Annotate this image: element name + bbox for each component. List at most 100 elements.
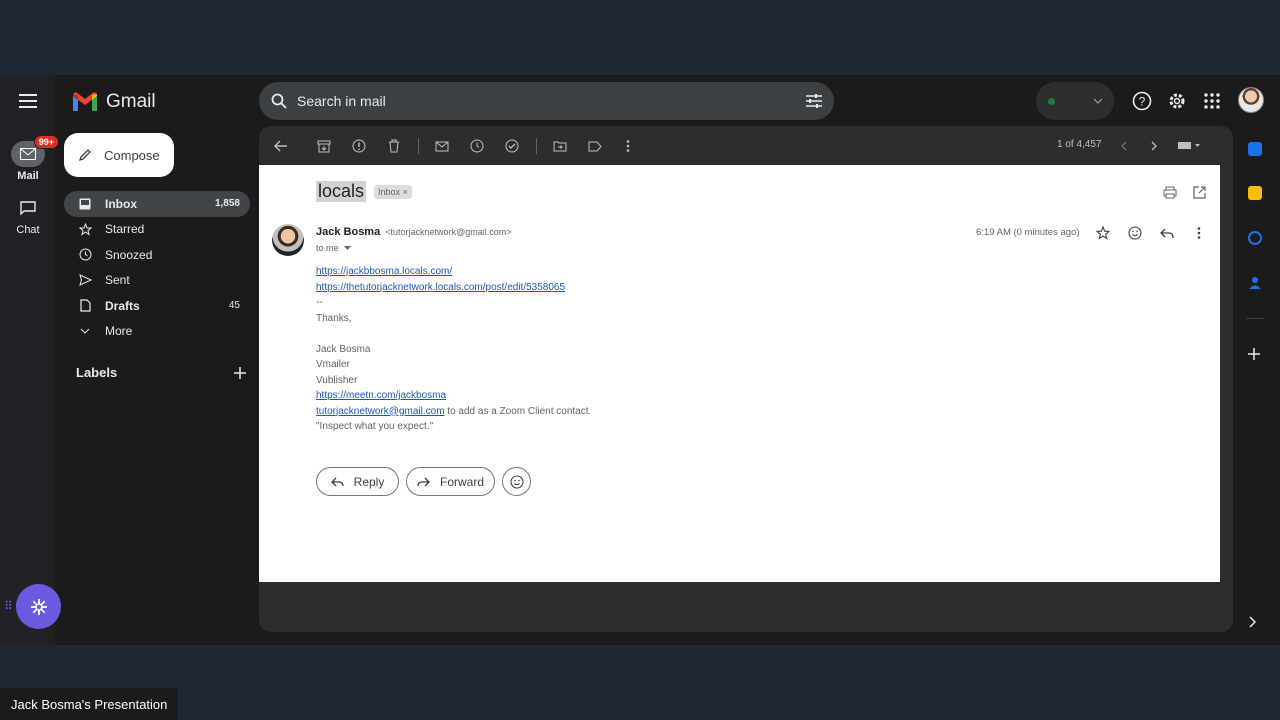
drag-handle-icon[interactable]: ⠿ bbox=[4, 599, 13, 613]
message-view: locals Inbox × Jack Bosma <tutorjacknetw… bbox=[259, 165, 1220, 582]
chat-icon bbox=[11, 195, 45, 221]
signature-line: Vmailer bbox=[316, 359, 350, 370]
mark-unread-icon[interactable] bbox=[434, 138, 450, 154]
subject-row: locals Inbox × bbox=[316, 181, 412, 202]
pencil-icon bbox=[78, 149, 91, 162]
forward-button[interactable]: Forward bbox=[406, 467, 495, 496]
older-chevron-right-icon[interactable] bbox=[1146, 138, 1162, 154]
pagination-text: 1 of 4,457 bbox=[1057, 139, 1102, 150]
add-label-icon[interactable] bbox=[234, 366, 246, 379]
body-link-1[interactable]: https://jackbbosma.locals.com/ bbox=[316, 266, 452, 277]
chevron-down-icon bbox=[1094, 98, 1102, 104]
nav-item-snoozed[interactable]: Snoozed bbox=[64, 242, 250, 268]
emoji-reaction-button[interactable] bbox=[502, 467, 531, 496]
gmail-m-icon bbox=[73, 92, 97, 111]
subject-title: locals bbox=[316, 181, 367, 202]
status-selector[interactable] bbox=[1036, 82, 1114, 120]
left-rail: 99+ Mail Chat bbox=[0, 75, 59, 645]
nav-label: Drafts bbox=[105, 298, 140, 313]
app-name: Gmail bbox=[106, 91, 156, 112]
add-addon-icon[interactable] bbox=[1248, 347, 1262, 361]
report-spam-icon[interactable] bbox=[351, 138, 367, 154]
nav-item-drafts[interactable]: Drafts 45 bbox=[64, 293, 250, 319]
add-task-icon[interactable] bbox=[504, 138, 520, 154]
body-thanks: Thanks, bbox=[316, 312, 352, 324]
more-vert-icon[interactable] bbox=[1191, 225, 1207, 241]
sender-avatar[interactable] bbox=[272, 224, 304, 256]
snooze-clock-icon[interactable] bbox=[469, 138, 485, 154]
expand-panel-chevron-icon[interactable] bbox=[1248, 615, 1262, 629]
nav-item-more[interactable]: More bbox=[64, 319, 250, 345]
rail-mail[interactable]: 99+ Mail bbox=[4, 135, 59, 182]
snowflake-icon bbox=[30, 598, 47, 615]
labels-title: Labels bbox=[76, 365, 118, 380]
search-options-icon[interactable] bbox=[806, 94, 822, 108]
signature-line: Vublisher bbox=[316, 374, 358, 386]
nav-count: 1,858 bbox=[214, 198, 240, 210]
calendar-icon[interactable] bbox=[1248, 142, 1262, 156]
main-menu-icon[interactable] bbox=[16, 91, 40, 111]
contacts-icon[interactable] bbox=[1248, 276, 1262, 290]
sender-email: <tutorjacknetwork@gmail.com> bbox=[385, 227, 512, 237]
inbox-label-chip[interactable]: Inbox × bbox=[374, 184, 412, 199]
side-panel-rail bbox=[1237, 75, 1280, 645]
draft-file-icon bbox=[78, 299, 92, 313]
mail-icon: 99+ bbox=[11, 135, 59, 167]
reply-icon bbox=[330, 477, 344, 486]
body-link-2[interactable]: https://thetutorjacknetwork.locals.com/p… bbox=[316, 282, 565, 293]
archive-icon[interactable] bbox=[316, 138, 332, 154]
svg-text:?: ? bbox=[1139, 95, 1146, 109]
delete-trash-icon[interactable] bbox=[386, 138, 402, 154]
send-icon bbox=[78, 273, 92, 287]
chevron-down-icon bbox=[78, 324, 92, 338]
recipients-toggle[interactable]: to me bbox=[316, 243, 352, 253]
emoji-react-icon[interactable] bbox=[1127, 225, 1143, 241]
forward-label: Forward bbox=[439, 474, 484, 489]
back-arrow-icon[interactable] bbox=[273, 138, 289, 154]
reply-button[interactable]: Reply bbox=[316, 467, 399, 496]
move-to-folder-icon[interactable] bbox=[552, 138, 568, 154]
nav-label: Snoozed bbox=[105, 247, 153, 262]
chip-close-icon[interactable]: × bbox=[403, 187, 408, 197]
signature-separator: -- bbox=[316, 297, 323, 308]
sender-line: Jack Bosma <tutorjacknetwork@gmail.com> bbox=[316, 226, 511, 238]
label-tag-icon[interactable] bbox=[587, 138, 603, 154]
open-new-window-icon[interactable] bbox=[1191, 184, 1207, 200]
keep-icon[interactable] bbox=[1248, 186, 1262, 200]
signature-email-link[interactable]: tutorjacknetwork@gmail.com bbox=[316, 406, 445, 417]
settings-gear-icon[interactable] bbox=[1166, 90, 1188, 112]
assistant-fab-button[interactable] bbox=[16, 584, 61, 629]
nav-item-starred[interactable]: Starred bbox=[64, 217, 250, 243]
toolbar-divider bbox=[418, 138, 419, 154]
help-icon[interactable]: ? bbox=[1131, 90, 1153, 112]
chip-label: Inbox bbox=[378, 186, 401, 197]
search-icon[interactable] bbox=[271, 93, 287, 109]
nav-label: More bbox=[105, 324, 133, 339]
nav-label: Sent bbox=[105, 273, 130, 288]
gmail-logo[interactable]: Gmail bbox=[72, 89, 156, 115]
nav-item-sent[interactable]: Sent bbox=[64, 268, 250, 294]
star-icon[interactable] bbox=[1095, 225, 1111, 241]
input-tools-keyboard-icon[interactable] bbox=[1176, 138, 1202, 154]
message-body: https://jackbbosma.locals.com/ https://t… bbox=[316, 264, 591, 435]
unread-badge: 99+ bbox=[33, 135, 59, 149]
sender-name[interactable]: Jack Bosma bbox=[316, 226, 380, 238]
search-bar[interactable]: Search in mail bbox=[259, 82, 834, 120]
newer-chevron-left-icon[interactable] bbox=[1115, 138, 1131, 154]
signature-email-suffix: to add as a Zoom Client contact. bbox=[444, 405, 592, 417]
rail-chat[interactable]: Chat bbox=[4, 195, 52, 236]
forward-icon bbox=[417, 477, 430, 486]
star-icon bbox=[78, 222, 92, 236]
status-dot-icon bbox=[1048, 97, 1055, 105]
apps-grid-icon[interactable] bbox=[1201, 90, 1223, 112]
compose-button[interactable]: Compose bbox=[64, 133, 174, 177]
search-input[interactable]: Search in mail bbox=[297, 93, 806, 109]
signature-link[interactable]: https://meetn.com/jackbosma bbox=[316, 390, 446, 401]
print-icon[interactable] bbox=[1162, 184, 1178, 200]
more-vert-icon[interactable] bbox=[620, 138, 636, 154]
reply-arrow-icon[interactable] bbox=[1159, 225, 1175, 241]
gmail-window: 99+ Mail Chat Gmail Search in mail ? Com… bbox=[0, 75, 1280, 645]
tasks-icon[interactable] bbox=[1248, 231, 1262, 245]
nav-item-inbox[interactable]: Inbox 1,858 bbox=[64, 191, 250, 217]
presenter-caption: Jack Bosma's Presentation bbox=[0, 688, 179, 720]
